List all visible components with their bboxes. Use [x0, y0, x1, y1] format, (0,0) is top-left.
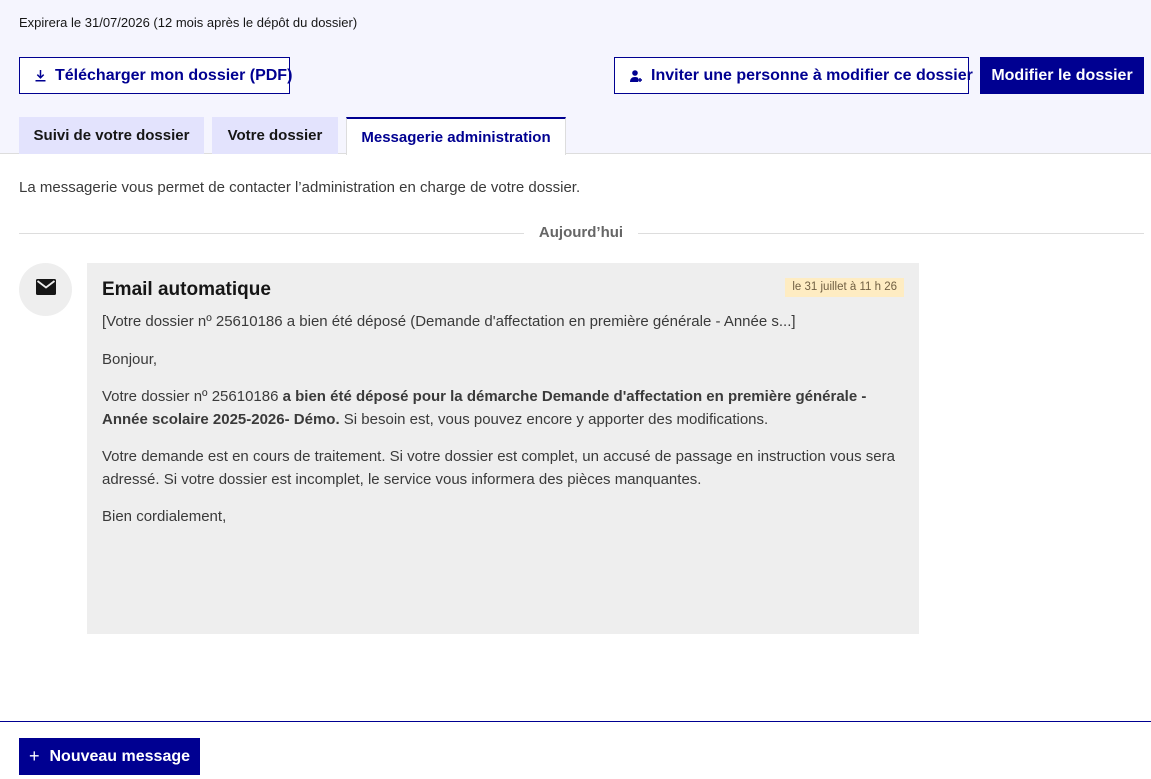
expiry-text: Expirera le 31/07/2026 (12 mois après le… — [19, 15, 358, 30]
paragraph-1-start: Votre dossier nº 25610186 — [102, 388, 283, 405]
invite-person-label: Inviter une personne à modifier ce dossi… — [651, 66, 973, 84]
day-separator-line-right — [638, 233, 1144, 234]
download-pdf-button[interactable]: Télécharger mon dossier (PDF) — [19, 57, 293, 94]
tab-suivi-dossier[interactable]: Suivi de votre dossier — [19, 117, 204, 154]
message-subject: [Votre dossier nº 25610186 a bien été dé… — [102, 313, 796, 330]
download-icon — [34, 69, 47, 83]
message-title: Email automatique — [102, 279, 271, 300]
paragraph-1-end: Si besoin est, vous pouvez encore y appo… — [339, 410, 769, 428]
tab-messagerie-administration[interactable]: Messagerie administration — [346, 117, 566, 155]
message-body: [Votre dossier nº 25610186 a bien été dé… — [102, 311, 902, 544]
tab-votre-dossier[interactable]: Votre dossier — [212, 117, 338, 154]
day-separator-line-left — [19, 233, 524, 234]
new-message-button[interactable]: + Nouveau message — [19, 738, 200, 775]
sender-avatar — [19, 263, 72, 316]
plus-icon: + — [28, 746, 40, 766]
invite-person-button[interactable]: Inviter une personne à modifier ce dossi… — [614, 57, 973, 94]
message-paragraph-2: Votre demande est en cours de traitement… — [102, 448, 895, 488]
footer-divider — [0, 721, 1151, 722]
mail-icon — [35, 279, 56, 300]
dossier-header: Expirera le 31/07/2026 (12 mois après le… — [0, 0, 1151, 155]
message-closing: Bien cordialement, — [102, 508, 227, 525]
message-greeting: Bonjour, — [102, 350, 158, 368]
modify-dossier-button[interactable]: Modifier le dossier — [980, 57, 1144, 94]
message-date-badge: le 31 juillet à 11 h 26 — [785, 278, 904, 297]
day-separator-label: Aujourd’hui — [538, 224, 624, 241]
messagerie-intro: La messagerie vous permet de contacter l… — [19, 179, 581, 196]
download-pdf-label: Télécharger mon dossier (PDF) — [55, 66, 293, 84]
message-card: Email automatique le 31 juillet à 11 h 2… — [87, 263, 919, 634]
add-user-icon — [629, 69, 643, 83]
new-message-label: Nouveau message — [49, 747, 191, 765]
message-paragraph-1: Votre dossier nº 25610186 a bien été dép… — [102, 386, 902, 431]
